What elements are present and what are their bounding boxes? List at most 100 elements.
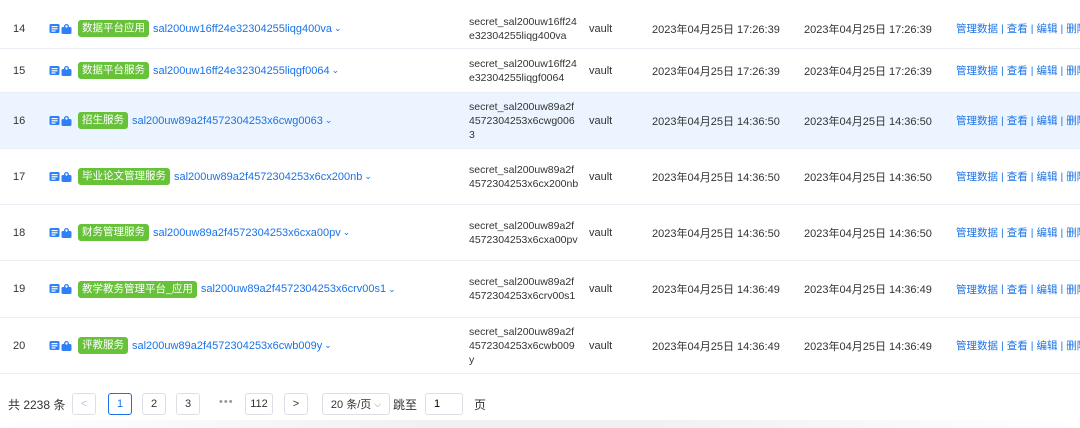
manage-data-link[interactable]: 管理数据 <box>956 169 998 184</box>
store-type: vault <box>589 64 613 77</box>
separator: | <box>1001 339 1004 352</box>
view-link[interactable]: 查看 <box>1007 21 1028 36</box>
edit-link[interactable]: 编辑 <box>1036 63 1057 78</box>
secret-key: secret_sal200uw89a2f4572304253x6cxa00pv <box>469 219 578 246</box>
secret-key: secret_sal200uw16ff24e32304255liqg400va <box>469 15 577 42</box>
delete-link[interactable]: 删除 <box>1066 21 1080 36</box>
manage-data-link[interactable]: 管理数据 <box>956 21 998 36</box>
manage-data-link[interactable]: 管理数据 <box>956 282 998 297</box>
edit-link[interactable]: 编辑 <box>1036 113 1057 128</box>
delete-link[interactable]: 删除 <box>1066 63 1080 78</box>
row-actions: 管理数据|查看|编辑|删除 <box>956 9 1080 48</box>
secret-name-link[interactable]: sal200uw89a2f4572304253x6cwg0063 <box>132 115 323 127</box>
view-link[interactable]: 查看 <box>1007 338 1028 353</box>
table-row: 20 评教服务 sal200uw89a2f4572304253x6cwb009y ⌄ s… <box>0 318 1080 374</box>
chevron-down-icon[interactable]: ⌄ <box>332 65 340 76</box>
delete-link[interactable]: 删除 <box>1066 338 1080 353</box>
page-button-last[interactable]: 112 <box>245 393 273 415</box>
chevron-down-icon[interactable]: ⌄ <box>388 284 396 295</box>
store-type: vault <box>589 339 613 352</box>
updated-time: 2023年04月25日 14:36:50 <box>804 115 932 128</box>
separator: | <box>1001 114 1004 127</box>
created-time: 2023年04月25日 14:36:50 <box>652 171 780 184</box>
app-tag: 毕业论文管理服务 <box>78 168 170 185</box>
separator: | <box>1060 339 1064 352</box>
created-time: 2023年04月25日 14:36:50 <box>652 115 780 128</box>
secret-key: secret_sal200uw89a2f4572304253x6cx200nb <box>469 163 579 190</box>
app-tag: 数据平台服务 <box>78 62 149 79</box>
separator: | <box>1060 283 1064 295</box>
table-row: 17 毕业论文管理服务 sal200uw89a2f4572304253x6cx200… <box>0 149 1080 205</box>
edit-link[interactable]: 编辑 <box>1036 169 1057 184</box>
separator: | <box>1060 114 1064 127</box>
manage-data-link[interactable]: 管理数据 <box>956 113 998 128</box>
secret-type-icon <box>49 283 75 295</box>
updated-time: 2023年04月25日 14:36:50 <box>804 171 932 184</box>
edit-link[interactable]: 编辑 <box>1036 225 1057 240</box>
secret-name-link[interactable]: sal200uw89a2f4572304253x6cxa00pv <box>153 227 341 239</box>
row-index: 18 <box>13 226 26 239</box>
manage-data-link[interactable]: 管理数据 <box>956 225 998 240</box>
secret-type-icon <box>49 340 75 352</box>
separator: | <box>1060 170 1064 183</box>
chevron-down-icon[interactable]: ⌄ <box>343 227 351 238</box>
secret-name-link[interactable]: sal200uw89a2f4572304253x6crv00s1 <box>201 283 386 295</box>
separator: | <box>1030 226 1034 239</box>
store-type: vault <box>589 22 613 35</box>
secret-name-link[interactable]: sal200uw89a2f4572304253x6cwb009y <box>132 340 322 352</box>
secret-type-icon <box>49 171 75 183</box>
page-button-1[interactable]: 1 <box>108 393 132 415</box>
delete-link[interactable]: 删除 <box>1066 282 1080 297</box>
secret-name-link[interactable]: sal200uw16ff24e32304255liqg400va <box>153 23 332 35</box>
page-ellipsis[interactable]: ••• <box>219 396 234 408</box>
chevron-down-icon[interactable]: ⌄ <box>334 23 342 34</box>
page-size-select[interactable]: 20 条/页 ⌵ <box>322 393 390 415</box>
created-time: 2023年04月25日 17:26:39 <box>652 23 780 36</box>
separator: | <box>1001 283 1004 295</box>
manage-data-link[interactable]: 管理数据 <box>956 338 998 353</box>
separator: | <box>1030 114 1034 127</box>
row-index: 19 <box>13 283 26 295</box>
delete-link[interactable]: 删除 <box>1066 113 1080 128</box>
row-actions: 管理数据|查看|编辑|删除 <box>956 205 1080 260</box>
delete-link[interactable]: 删除 <box>1066 169 1080 184</box>
edit-link[interactable]: 编辑 <box>1036 21 1057 36</box>
chevron-down-icon[interactable]: ⌄ <box>324 340 332 351</box>
page-button-3[interactable]: 3 <box>176 393 200 415</box>
separator: | <box>1060 64 1064 77</box>
next-page-button[interactable]: > <box>284 393 308 415</box>
updated-time: 2023年04月25日 14:36:49 <box>804 284 932 296</box>
chevron-down-icon[interactable]: ⌄ <box>325 115 333 126</box>
created-time: 2023年04月25日 14:36:49 <box>652 284 780 296</box>
secret-name-link[interactable]: sal200uw16ff24e32304255liqgf0064 <box>153 65 330 77</box>
chevron-down-icon[interactable]: ⌄ <box>364 171 372 182</box>
separator: | <box>1001 22 1004 35</box>
table-row: 16 招生服务 sal200uw89a2f4572304253x6cwg0063 ⌄ s… <box>0 93 1080 149</box>
prev-page-button[interactable]: < <box>72 393 96 415</box>
view-link[interactable]: 查看 <box>1007 225 1028 240</box>
separator: | <box>1001 170 1004 183</box>
app-tag: 数据平台应用 <box>78 20 149 37</box>
manage-data-link[interactable]: 管理数据 <box>956 63 998 78</box>
view-link[interactable]: 查看 <box>1007 113 1028 128</box>
updated-time: 2023年04月25日 14:36:49 <box>804 340 932 353</box>
page-button-2[interactable]: 2 <box>142 393 166 415</box>
view-link[interactable]: 查看 <box>1007 282 1028 297</box>
store-type: vault <box>589 283 613 295</box>
secret-name-link[interactable]: sal200uw89a2f4572304253x6cx200nb <box>174 171 362 183</box>
store-type: vault <box>589 114 613 127</box>
secret-type-icon <box>49 227 75 239</box>
edit-link[interactable]: 编辑 <box>1036 338 1057 353</box>
edit-link[interactable]: 编辑 <box>1036 282 1057 297</box>
name-cell: 教学教务管理平台_应用 sal200uw89a2f4572304253x6crv0… <box>49 261 459 317</box>
goto-page-input[interactable] <box>425 393 463 415</box>
delete-link[interactable]: 删除 <box>1066 225 1080 240</box>
store-type: vault <box>589 226 613 239</box>
row-actions: 管理数据|查看|编辑|删除 <box>956 318 1080 373</box>
row-index: 15 <box>13 64 26 77</box>
row-index: 14 <box>13 22 26 35</box>
pagination: 共 2238 条 < 1 2 3 ••• 112 > 20 条/页 ⌵ 跳至 页 <box>0 390 1080 418</box>
view-link[interactable]: 查看 <box>1007 63 1028 78</box>
view-link[interactable]: 查看 <box>1007 169 1028 184</box>
bottom-divider <box>0 420 1080 428</box>
